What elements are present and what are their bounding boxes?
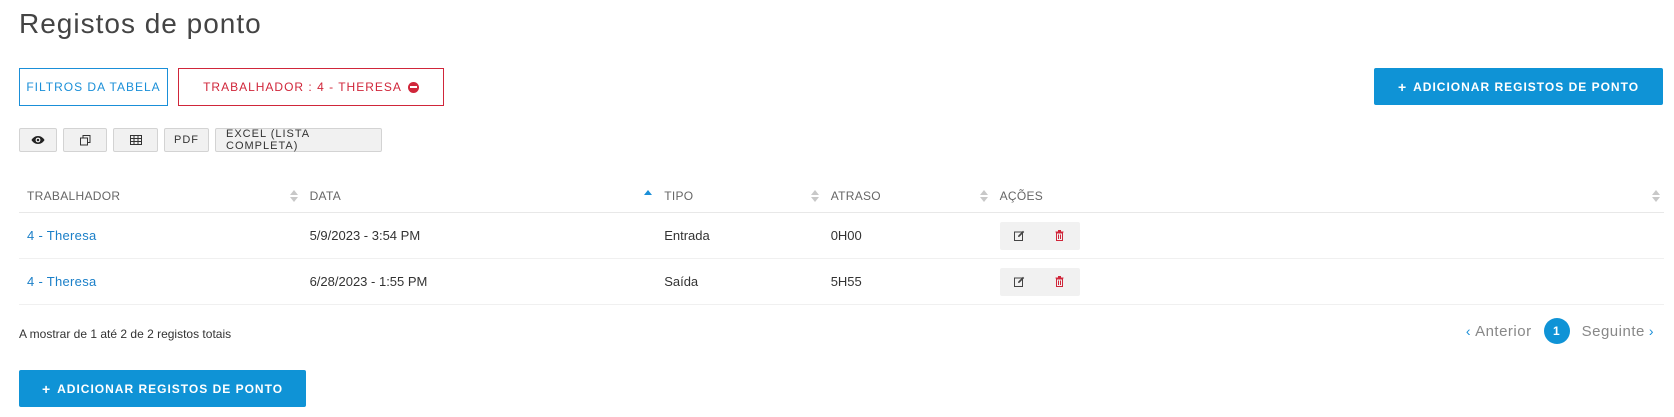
remove-filter-icon[interactable]: [407, 81, 419, 93]
trash-icon: [1055, 276, 1064, 287]
csv-button[interactable]: [113, 128, 158, 152]
sort-icon: [810, 189, 819, 203]
cell-worker: 4 - Theresa: [19, 259, 302, 305]
copy-button[interactable]: [63, 128, 107, 152]
column-header-date[interactable]: DATA: [302, 180, 657, 213]
page-number[interactable]: 1: [1543, 318, 1570, 344]
cell-actions: [992, 213, 1664, 259]
worker-link[interactable]: 4 - Theresa: [27, 274, 97, 289]
column-header-type[interactable]: TIPO: [656, 180, 823, 213]
sort-icon: [1652, 189, 1660, 203]
previous-page-link[interactable]: ‹ Anterior: [1466, 323, 1532, 340]
cell-actions: [992, 259, 1664, 305]
chevron-right-icon: ›: [1648, 323, 1654, 339]
column-label: TRABALHADOR: [27, 189, 121, 203]
cell-delay: 5H55: [830, 274, 862, 289]
time-records-table: TRABALHADOR DATA TIPO ATRASO AÇÕES 4 - T…: [19, 180, 1664, 305]
row-actions: [999, 221, 1080, 250]
table-filters-label: FILTROS DA TABELA: [26, 80, 161, 94]
worker-link[interactable]: 4 - Theresa: [27, 228, 97, 243]
table-header: TRABALHADOR DATA TIPO ATRASO AÇÕES: [19, 180, 1664, 213]
column-header-worker[interactable]: TRABALHADOR: [19, 180, 302, 213]
column-label: ATRASO: [830, 189, 881, 203]
add-time-records-button-top[interactable]: + ADICIONAR REGISTOS DE PONTO: [1374, 68, 1663, 105]
row-actions: [999, 267, 1080, 296]
add-button-label: ADICIONAR REGISTOS DE PONTO: [57, 381, 284, 396]
column-visibility-button[interactable]: [19, 128, 57, 152]
excel-label: EXCEL (LISTA COMPLETA): [226, 128, 310, 152]
cell-date: 6/28/2023 - 1:55 PM: [309, 274, 428, 289]
plus-icon: +: [1397, 78, 1408, 95]
pagination: ‹ Anterior 1 Seguinte ›: [1466, 318, 1654, 344]
next-label: Seguinte: [1581, 322, 1645, 340]
trash-icon: [1055, 230, 1064, 241]
sort-icon: [979, 189, 988, 203]
table-info: A mostrar de 1 até 2 de 2 registos totai…: [19, 327, 232, 341]
sort-icon: [289, 189, 298, 203]
column-header-delay[interactable]: ATRASO: [823, 180, 992, 213]
edit-button[interactable]: [1000, 268, 1040, 296]
eye-icon: [31, 136, 45, 144]
active-filter-chip[interactable]: TRABALHADOR : 4 - THERESA: [178, 68, 444, 106]
next-page-link[interactable]: Seguinte ›: [1582, 323, 1654, 340]
table-toolbar: PDF EXCEL (LISTA COMPLETA): [19, 128, 382, 152]
table-row: 4 - Theresa 6/28/2023 - 1:55 PM Saída 5H…: [19, 259, 1664, 305]
pdf-label: PDF: [174, 134, 199, 146]
delete-button[interactable]: [1040, 268, 1080, 296]
add-time-records-button-bottom[interactable]: + ADICIONAR REGISTOS DE PONTO: [19, 370, 306, 407]
column-label: AÇÕES: [999, 189, 1044, 203]
active-filter-label: TRABALHADOR : 4 - THERESA: [203, 80, 402, 94]
excel-button[interactable]: EXCEL (LISTA COMPLETA): [215, 128, 382, 152]
table-row: 4 - Theresa 5/9/2023 - 3:54 PM Entrada 0…: [19, 213, 1664, 259]
table-icon: [129, 135, 142, 145]
column-label: TIPO: [664, 189, 694, 203]
delete-button[interactable]: [1040, 222, 1080, 250]
page-title: Registos de ponto: [19, 8, 262, 39]
cell-delay: 0H00: [830, 228, 862, 243]
plus-icon: +: [41, 380, 52, 397]
copy-icon: [79, 134, 90, 145]
previous-label: Anterior: [1475, 322, 1532, 340]
cell-date: 5/9/2023 - 3:54 PM: [309, 228, 421, 243]
table-filters-button[interactable]: FILTROS DA TABELA: [19, 68, 168, 106]
column-header-actions[interactable]: AÇÕES: [992, 180, 1664, 213]
edit-button[interactable]: [1000, 222, 1040, 250]
add-button-label: ADICIONAR REGISTOS DE PONTO: [1413, 79, 1640, 94]
edit-icon: [1014, 276, 1025, 287]
chevron-left-icon: ‹: [1465, 323, 1472, 339]
pdf-button[interactable]: PDF: [164, 128, 209, 152]
column-label: DATA: [309, 189, 342, 203]
cell-type: Saída: [664, 274, 699, 289]
cell-worker: 4 - Theresa: [19, 213, 302, 259]
sort-ascending-icon: [644, 189, 653, 203]
cell-type: Entrada: [664, 228, 710, 243]
edit-icon: [1014, 230, 1025, 241]
